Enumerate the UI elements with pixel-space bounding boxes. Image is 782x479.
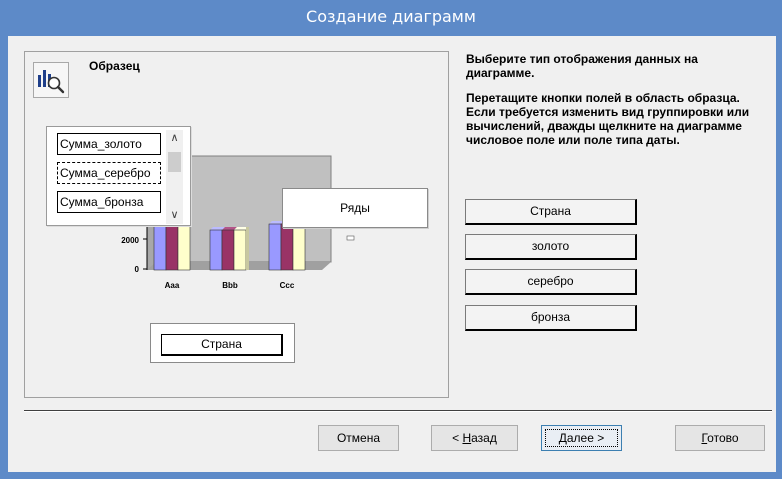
x-tick-label: Aaa: [165, 281, 180, 290]
next-button[interactable]: Далее >: [541, 425, 622, 451]
instruction-text: Перетащите кнопки полей в область образц…: [466, 91, 750, 147]
bar: [221, 229, 235, 271]
back-button-label: < Назад: [452, 431, 497, 445]
field-button-bronze[interactable]: бронза: [465, 305, 637, 331]
bar-group-ccc: [268, 221, 308, 271]
data-field-gold[interactable]: Сумма_золото: [57, 133, 161, 155]
wizard-dialog: Образец 2000 0 Aaa Bbb Ccc Сумма_золото …: [8, 36, 776, 472]
scroll-thumb[interactable]: [168, 152, 181, 172]
bar: [233, 229, 247, 271]
bar: [292, 223, 306, 271]
cancel-button[interactable]: Отмена: [318, 425, 399, 451]
next-button-label: Далее >: [558, 431, 605, 445]
scroll-down-icon[interactable]: ∨: [166, 207, 183, 224]
bar: [268, 223, 282, 271]
instruction-text: Выберите тип отображения данных на диагр…: [466, 52, 698, 80]
window-title: Создание диаграмм: [306, 7, 476, 26]
data-fields-list[interactable]: Сумма_золото Сумма_серебро Сумма_бронза …: [46, 126, 191, 226]
title-bar: Создание диаграмм: [0, 0, 782, 36]
series-drop-zone[interactable]: Ряды: [282, 188, 428, 228]
legend-marker: [346, 235, 355, 241]
category-field-country[interactable]: Страна: [161, 334, 283, 356]
data-field-bronze[interactable]: Сумма_бронза: [57, 191, 161, 213]
instructions: Выберите тип отображения данных на диагр…: [466, 52, 766, 158]
bar: [209, 229, 223, 271]
divider: [24, 410, 772, 412]
field-button-country[interactable]: Страна: [465, 199, 637, 225]
sample-panel: Образец 2000 0 Aaa Bbb Ccc Сумма_золото …: [24, 51, 449, 398]
field-button-gold[interactable]: золото: [465, 234, 637, 260]
data-field-silver[interactable]: Сумма_серебро: [57, 162, 161, 184]
series-drop-label: Ряды: [340, 201, 370, 215]
bar-group-bbb: [209, 227, 249, 271]
y-tick-label: 0: [135, 265, 140, 274]
scroll-up-icon[interactable]: ∧: [166, 130, 183, 147]
cancel-button-label: Отмена: [336, 431, 381, 445]
y-tick-label: 2000: [121, 236, 139, 245]
finish-button[interactable]: Готово: [675, 425, 765, 451]
finish-button-label: Готово: [701, 431, 739, 445]
x-tick-label: Bbb: [222, 281, 238, 290]
x-tick-label: Ccc: [280, 281, 295, 290]
data-list-scrollbar[interactable]: ∧ ∨: [166, 130, 183, 224]
field-button-silver[interactable]: серебро: [465, 269, 637, 295]
category-drop-zone[interactable]: Страна: [150, 323, 295, 363]
bar: [280, 223, 294, 271]
back-button[interactable]: < Назад: [431, 425, 518, 451]
